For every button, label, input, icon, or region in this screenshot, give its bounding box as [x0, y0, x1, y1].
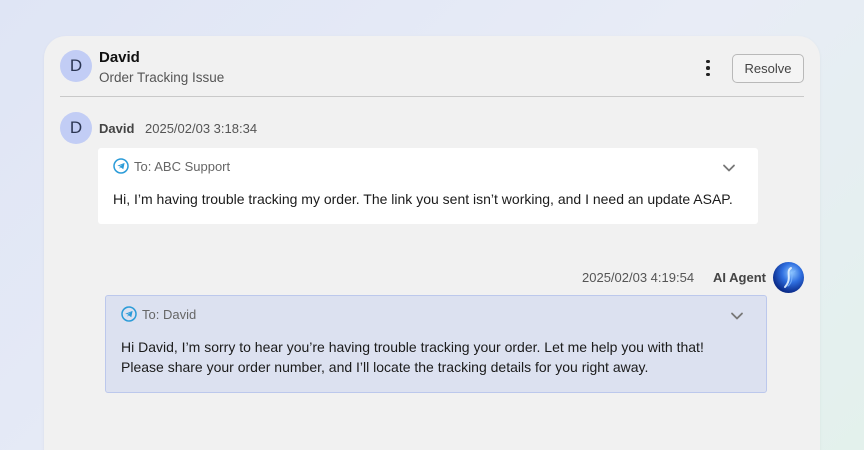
header-divider	[60, 96, 804, 97]
chevron-down-icon[interactable]	[729, 308, 745, 324]
recipient-label: To: ABC Support	[134, 158, 231, 174]
telegram-send-icon	[121, 306, 137, 322]
recipient-label: To: David	[142, 306, 197, 322]
conversation-subject: Order Tracking Issue	[99, 70, 225, 85]
message-timestamp: 2025/02/03 4:19:54	[582, 270, 695, 285]
telegram-send-icon	[113, 158, 129, 174]
resolve-button[interactable]: Resolve	[732, 54, 804, 83]
contact-name: David	[99, 49, 140, 66]
message-avatar: D	[60, 112, 92, 144]
chevron-down-icon[interactable]	[721, 160, 737, 176]
ai-agent-avatar	[773, 262, 804, 293]
message-recipient: To: ABC Support	[113, 158, 230, 174]
message-timestamp: 2025/02/03 3:18:34	[145, 121, 258, 136]
message-sender: AI Agent	[713, 270, 766, 285]
message-body-line-2: Please share your order number, and I’ll…	[121, 359, 649, 375]
contact-avatar: D	[60, 50, 92, 82]
message-recipient: To: David	[121, 306, 196, 322]
message-sender: David	[99, 121, 135, 136]
more-options-icon[interactable]	[698, 56, 718, 80]
message-body-line-1: Hi David, I’m sorry to hear you’re havin…	[121, 339, 704, 355]
ai-orb-icon	[784, 267, 796, 288]
message-body: Hi, I’m having trouble tracking my order…	[113, 191, 733, 207]
